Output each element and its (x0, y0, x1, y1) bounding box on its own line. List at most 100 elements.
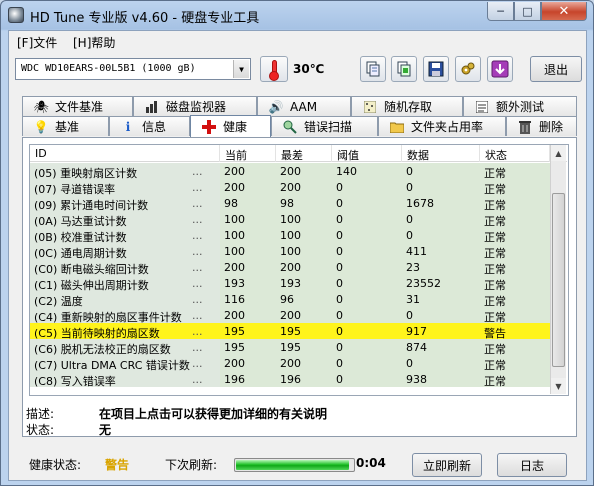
table-row[interactable]: (C1) 磁头伸出周期计数... 193 193 0 23552 正常 (30, 275, 550, 291)
client-area: [F]文件 [H]帮助 WDC WD10EARS-00L5B1 (1000 gB… (8, 30, 587, 481)
cell-id-text: (0B) 校准重试计数 (34, 231, 127, 243)
tab-extra-tests[interactable]: 额外测试 (463, 96, 577, 116)
cell-data: 0 (402, 211, 480, 227)
copy-text-button[interactable] (360, 56, 386, 82)
tab-disk-monitor[interactable]: 磁盘监视器 (133, 96, 257, 116)
cell-threshold: 140 (332, 163, 402, 179)
copy-green-icon (397, 61, 411, 77)
cell-data-text: 0 (406, 229, 413, 242)
vertical-scrollbar[interactable]: ▲ ▼ (550, 145, 566, 394)
header-current[interactable]: 当前 (220, 145, 276, 162)
table-row[interactable]: (0A) 马达重试计数... 100 100 0 0 正常 (30, 211, 550, 227)
menu-file[interactable]: [F]文件 (17, 34, 57, 51)
table-row[interactable]: (09) 累计通电时间计数... 98 98 0 1678 正常 (30, 195, 550, 211)
header-threshold[interactable]: 阈值 (332, 145, 402, 162)
table-row[interactable]: (05) 重映射扇区计数... 200 200 140 0 正常 (30, 163, 550, 179)
extra-tests-icon (474, 100, 490, 114)
cell-data: 0 (402, 227, 480, 243)
cell-current-text: 200 (224, 357, 245, 370)
cell-threshold-text: 0 (336, 293, 343, 306)
tab-benchmark[interactable]: 💡 基准 (22, 116, 109, 136)
cell-current: 100 (220, 227, 276, 243)
cell-current: 200 (220, 163, 276, 179)
health-status-label: 健康状态: (29, 458, 82, 472)
cell-current-text: 195 (224, 341, 245, 354)
smart-table[interactable]: ID 当前 最差 阈值 数据 状态 (05) 重映射扇区计数... 200 200 1… (29, 144, 569, 396)
cell-id-text: (C8) 写入错误率 (34, 375, 116, 387)
cell-worst: 196 (276, 371, 332, 387)
cell-current-text: 200 (224, 165, 245, 178)
cell-id: (05) 重映射扇区计数... (30, 163, 220, 179)
temperature-value: 30℃ (293, 62, 325, 76)
drive-select[interactable]: WDC WD10EARS-00L5B1 (1000 gB) ▼ (15, 58, 251, 80)
tab-health[interactable]: 健康 (190, 115, 271, 137)
cell-data: 23552 (402, 275, 480, 291)
table-row[interactable]: (C7) Ultra DMA CRC 错误计数... 200 200 0 0 正常 (30, 355, 550, 371)
tab-aam[interactable]: 🔊 AAM (257, 96, 351, 116)
cell-data-text: 874 (406, 341, 427, 354)
header-data[interactable]: 数据 (402, 145, 480, 162)
table-row[interactable]: (C4) 重新映射的扇区事件计数... 200 200 0 0 正常 (30, 307, 550, 323)
save-button[interactable] (423, 56, 449, 82)
table-row[interactable]: (C8) 写入错误率... 196 196 0 938 正常 (30, 371, 550, 387)
cell-worst-text: 195 (280, 341, 301, 354)
cell-worst-text: 195 (280, 325, 301, 338)
tab-info[interactable]: i 信息 (109, 116, 190, 136)
cell-threshold: 0 (332, 227, 402, 243)
table-row[interactable]: (C6) 脱机无法校正的扇区数... 195 195 0 874 正常 (30, 339, 550, 355)
cell-id: (0B) 校准重试计数... (30, 227, 220, 243)
cell-status-text: 正常 (484, 295, 506, 307)
cell-worst: 200 (276, 179, 332, 195)
cell-worst-text: 100 (280, 229, 301, 242)
trash-icon (517, 120, 533, 134)
tab-error-scan[interactable]: 错误扫描 (271, 116, 378, 136)
cell-threshold: 0 (332, 275, 402, 291)
row-ellipsis: ... (192, 197, 203, 210)
tab-file-benchmark[interactable]: 🕷 文件基准 (22, 96, 133, 116)
cell-status-text: 正常 (484, 231, 506, 243)
row-ellipsis: ... (192, 181, 203, 194)
cell-threshold-text: 0 (336, 181, 343, 194)
table-row-warning[interactable]: (C5) 当前待映射的扇区数... 195 195 0 917 警告 (30, 323, 550, 339)
tab-random-access[interactable]: 随机存取 (351, 96, 463, 116)
header-worst[interactable]: 最差 (276, 145, 332, 162)
refresh-progress-fill (236, 460, 350, 470)
cell-id-text: (C2) 温度 (34, 295, 83, 307)
scroll-up-icon[interactable]: ▲ (551, 145, 566, 161)
maximize-button[interactable]: □ (514, 2, 541, 21)
chevron-down-icon[interactable]: ▼ (233, 60, 249, 78)
table-row[interactable]: (07) 寻道错误率... 200 200 0 0 正常 (30, 179, 550, 195)
refresh-now-button[interactable]: 立即刷新 (412, 453, 482, 477)
footer-bar: 健康状态: 警告 下次刷新: 0:04 立即刷新 日志 (9, 445, 586, 483)
cell-threshold: 0 (332, 211, 402, 227)
copy-screenshot-button[interactable] (391, 56, 417, 82)
tab-erase[interactable]: 删除 (506, 116, 577, 136)
smart-table-header: ID 当前 最差 阈值 数据 状态 (30, 145, 567, 162)
close-button[interactable]: ✕ (541, 2, 587, 21)
title-bar[interactable]: HD Tune 专业版 v4.60 - 硬盘专业工具 ─ □ ✕ (1, 1, 593, 29)
cell-worst-text: 200 (280, 309, 301, 322)
header-id[interactable]: ID (30, 145, 220, 162)
exit-button[interactable]: 退出 (530, 56, 582, 82)
menu-bar: [F]文件 [H]帮助 (9, 31, 586, 51)
tab-folder-usage[interactable]: 文件夹占用率 (378, 116, 506, 136)
cell-current-text: 98 (224, 197, 238, 210)
table-row[interactable]: (0C) 通电周期计数... 100 100 0 411 正常 (30, 243, 550, 259)
minimize-button[interactable]: ─ (487, 2, 514, 21)
cell-threshold-text: 0 (336, 197, 343, 210)
menu-help[interactable]: [H]帮助 (73, 34, 115, 51)
options-button[interactable] (455, 56, 481, 82)
download-button[interactable] (487, 56, 513, 82)
header-status[interactable]: 状态 (480, 145, 550, 162)
cell-data: 0 (402, 355, 480, 371)
cell-status-text: 正常 (484, 183, 506, 195)
scroll-thumb[interactable] (552, 193, 565, 367)
table-row[interactable]: (0B) 校准重试计数... 100 100 0 0 正常 (30, 227, 550, 243)
log-button[interactable]: 日志 (497, 453, 567, 477)
cell-status: 正常 (480, 355, 550, 371)
cell-current-text: 200 (224, 261, 245, 274)
table-row[interactable]: (C2) 温度... 116 96 0 31 正常 (30, 291, 550, 307)
cell-data-text: 411 (406, 245, 427, 258)
scroll-down-icon[interactable]: ▼ (551, 378, 566, 394)
table-row[interactable]: (C0) 断电磁头缩回计数... 200 200 0 23 正常 (30, 259, 550, 275)
